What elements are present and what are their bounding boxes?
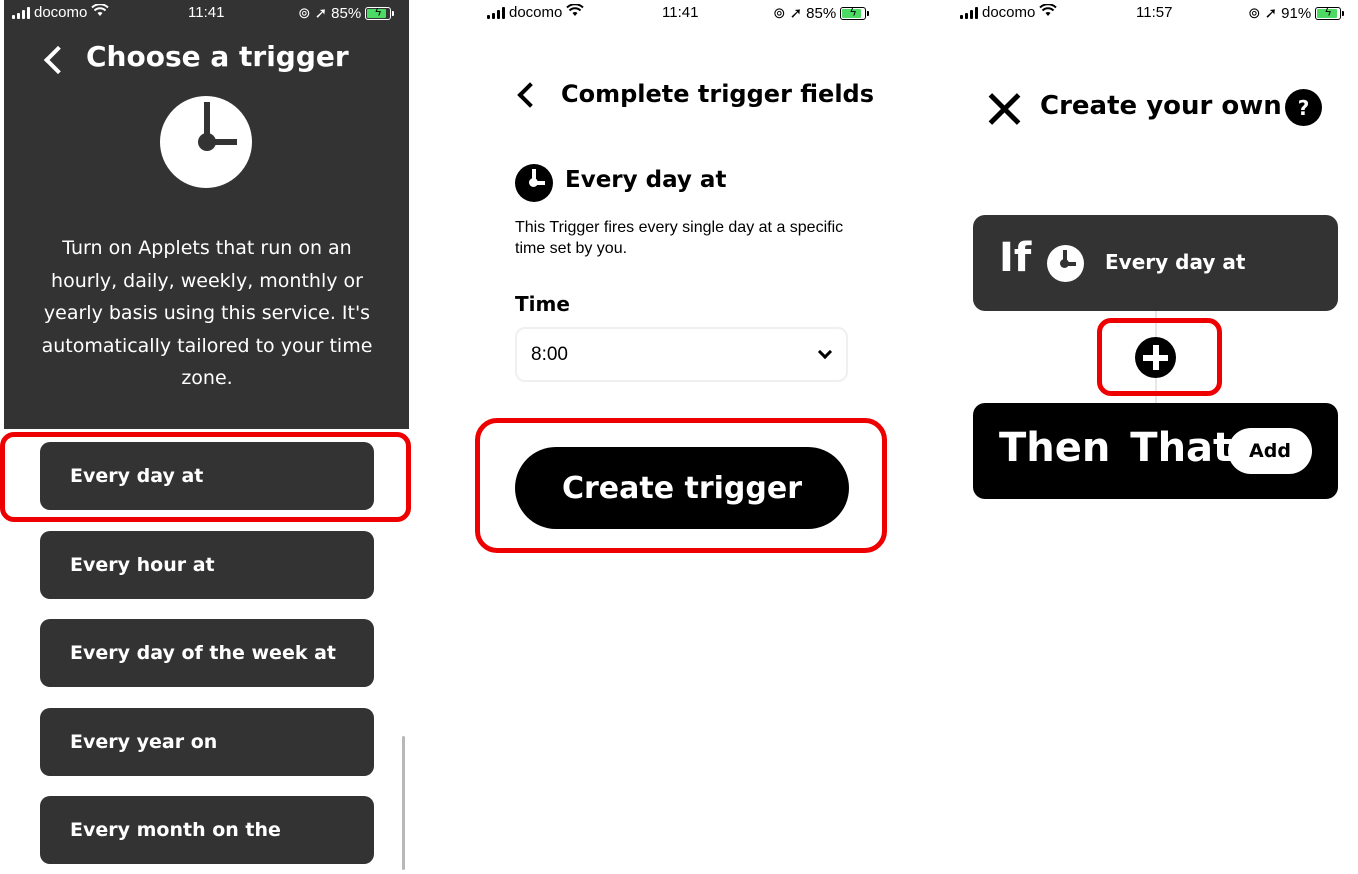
trigger-option-label: Every year on: [70, 731, 218, 753]
battery-icon: ϟ: [1315, 6, 1345, 20]
trigger-option-every-month[interactable]: Every month on the: [40, 796, 374, 864]
clock-icon: [515, 164, 553, 202]
clock-icon: [160, 96, 252, 188]
trigger-description: This Trigger fires every single day at a…: [515, 219, 844, 257]
rotation-lock-icon: ⊚: [1248, 5, 1261, 22]
status-bar: docomo 11:57 ⊚ ➚ 91% ϟ: [948, 0, 1358, 26]
trigger-option-label: Every month on the: [70, 819, 281, 841]
time-select-value: 8:00: [531, 344, 568, 365]
wifi-icon: [1039, 3, 1058, 21]
trigger-option-label: Every hour at: [70, 554, 215, 576]
if-trigger-label: Every day at: [1105, 250, 1246, 274]
location-icon: ➚: [789, 5, 803, 22]
close-icon[interactable]: [987, 92, 1021, 126]
chevron-down-icon: [817, 344, 833, 360]
battery-icon: ϟ: [840, 6, 870, 20]
add-button-label: Add: [1249, 440, 1291, 462]
status-time: 11:57: [1136, 4, 1173, 21]
time-field-label: Time: [515, 292, 570, 316]
battery-percent: 85%: [331, 4, 362, 22]
wifi-icon: [566, 3, 585, 21]
trigger-option-every-year[interactable]: Every year on: [40, 708, 374, 776]
then-that-card[interactable]: Then That Add: [973, 403, 1338, 499]
signal-icon: [960, 6, 978, 19]
service-description: Turn on Applets that run on an hourly, d…: [41, 237, 373, 390]
signal-icon: [12, 6, 30, 19]
clock-icon: [1047, 245, 1084, 282]
wifi-icon: [91, 3, 110, 21]
trigger-option-every-hour[interactable]: Every hour at: [40, 531, 374, 599]
carrier-label: docomo: [982, 4, 1036, 21]
signal-icon: [487, 6, 505, 19]
add-button[interactable]: Add: [1228, 428, 1312, 474]
status-time: 11:41: [662, 4, 699, 21]
help-button[interactable]: ?: [1285, 89, 1322, 126]
status-time: 11:41: [188, 4, 225, 21]
carrier-label: docomo: [509, 4, 563, 21]
highlight-box: [1097, 318, 1222, 396]
rotation-lock-icon: ⊚: [298, 5, 311, 22]
if-label: If: [999, 235, 1032, 281]
page-title: Complete trigger fields: [561, 80, 875, 108]
time-select[interactable]: 8:00: [515, 327, 848, 382]
help-icon: ?: [1297, 95, 1310, 120]
page-title: Create your own: [1040, 91, 1282, 121]
rotation-lock-icon: ⊚: [773, 5, 786, 22]
then-that-label: Then That: [999, 425, 1233, 471]
if-this-card[interactable]: If Every day at: [973, 215, 1338, 311]
location-icon: ➚: [1264, 5, 1278, 22]
choose-trigger-header: docomo 11:41 ⊚ ➚ 85% ϟ Choose a trigger …: [4, 0, 409, 429]
highlight-box: [0, 432, 411, 522]
battery-percent: 85%: [806, 4, 837, 22]
status-bar: docomo 11:41 ⊚ ➚ 85% ϟ: [4, 0, 409, 26]
page-title: Choose a trigger: [86, 40, 349, 73]
scrollbar[interactable]: [402, 736, 405, 870]
trigger-option-label: Every day of the week at: [70, 642, 336, 664]
back-chevron-icon[interactable]: [43, 45, 73, 75]
battery-icon: ϟ: [365, 6, 395, 20]
trigger-option-every-day-of-week[interactable]: Every day of the week at: [40, 619, 374, 687]
battery-percent: 91%: [1281, 4, 1312, 22]
status-bar: docomo 11:41 ⊚ ➚ 85% ϟ: [475, 0, 895, 26]
highlight-box: [475, 418, 887, 553]
location-icon: ➚: [314, 5, 328, 22]
back-chevron-icon[interactable]: [517, 82, 543, 108]
carrier-label: docomo: [34, 4, 88, 21]
trigger-name: Every day at: [565, 167, 727, 193]
